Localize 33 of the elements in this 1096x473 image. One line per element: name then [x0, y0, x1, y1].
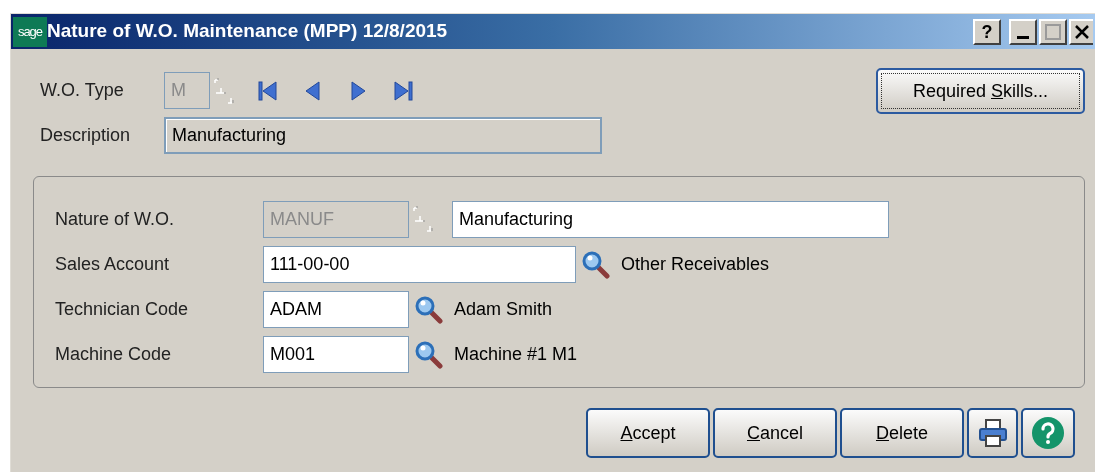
field-label: Sales Account [55, 252, 171, 276]
lookup-description: Machine #1 M1 [454, 342, 578, 366]
lookup-description: Other Receivables [621, 252, 770, 276]
description-field[interactable]: Manufacturing [164, 117, 602, 154]
print-button[interactable] [967, 408, 1018, 458]
printer-icon [976, 417, 1009, 449]
minimize-button[interactable] [1009, 18, 1037, 45]
required-skills-button[interactable]: Required Skills... [876, 68, 1085, 114]
help-button[interactable]: ? [973, 18, 1001, 45]
minimize-icon [1017, 35, 1029, 39]
action-button[interactable]: Cancel [713, 408, 837, 458]
field-label: Machine Code [55, 342, 173, 366]
field-label: W.O. Type [40, 79, 125, 102]
close-icon [1075, 24, 1089, 39]
window-title: Nature of W.O. Maintenance (MPP) 12/8/2015 [47, 19, 448, 44]
search-icon[interactable] [580, 249, 612, 279]
field-label: Nature of W.O. [55, 207, 176, 231]
lookup-description: Adam Smith [454, 297, 553, 321]
maximize-button[interactable] [1039, 18, 1067, 45]
help-button[interactable] [1021, 408, 1075, 458]
maximize-icon [1045, 23, 1061, 40]
close-button[interactable] [1069, 18, 1093, 45]
search-icon[interactable] [413, 294, 445, 324]
search-icon[interactable] [413, 339, 445, 369]
app-logo: sage [13, 16, 47, 47]
help-icon [1031, 416, 1065, 450]
action-button[interactable]: Delete [840, 408, 964, 458]
action-button[interactable]: Accept [586, 408, 710, 458]
code-field[interactable]: 111-00-00 [263, 245, 576, 283]
field-label: Technician Code [55, 297, 190, 321]
code-field[interactable]: ADAM [263, 290, 409, 328]
code-field[interactable]: M001 [263, 335, 409, 373]
field-label: Description [40, 124, 132, 147]
